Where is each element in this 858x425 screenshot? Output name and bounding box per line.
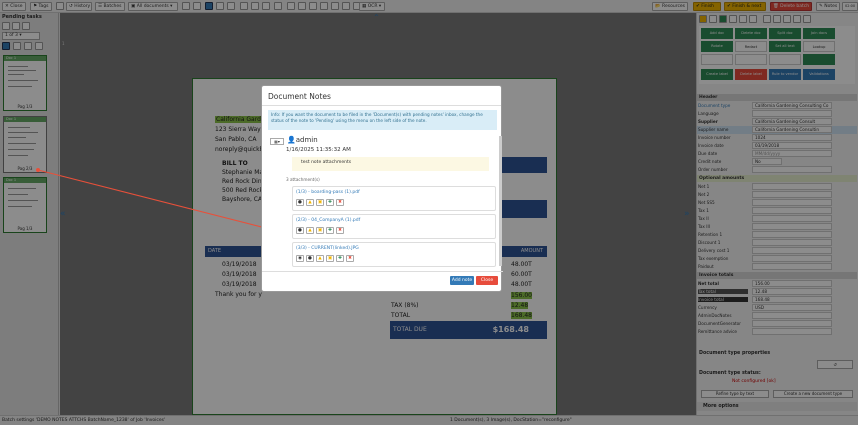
attachment-item: (2/3) - 04_CompanyA (1).pdf ● ▲ ▣ ✚ ✖ — [292, 214, 496, 239]
attachment-item: (3/3) - CURRENT(linked).JPG ◉ ● ▲ ▣ ✚ ✖ — [292, 242, 496, 267]
attachment-link[interactable]: (1/3) - boarding-pass (1).pdf — [296, 190, 360, 195]
note-date: 1/16/2025 11:35:32 AM — [286, 147, 351, 153]
eye-icon[interactable]: ◉ — [296, 255, 304, 262]
document-notes-modal: Document Notes Info: If you want the doc… — [261, 85, 503, 292]
attachment-item: (1/3) - boarding-pass (1).pdf ● ▲ ▣ ✚ ✖ — [292, 186, 496, 211]
note-card: ▦▾ 👤admin 1/16/2025 11:35:32 AM test not… — [268, 136, 502, 354]
delete-icon[interactable]: ✖ — [336, 199, 344, 206]
add-note-button[interactable]: Add note — [450, 276, 474, 285]
copy-icon[interactable]: ▣ — [326, 255, 334, 262]
copy-icon[interactable]: ▣ — [316, 199, 324, 206]
modal-close-button[interactable]: Close — [476, 276, 498, 285]
delete-icon[interactable]: ✖ — [346, 255, 354, 262]
folder-icon[interactable]: ▲ — [306, 199, 314, 206]
modal-footer: Add note Close — [262, 271, 503, 291]
attachment-link[interactable]: (2/3) - 04_CompanyA (1).pdf — [296, 218, 360, 223]
note-text: test note attachments — [292, 157, 489, 171]
modal-scrollbar[interactable] — [499, 136, 502, 266]
attachment-link[interactable]: (3/3) - CURRENT(linked).JPG — [296, 246, 359, 251]
view-icon[interactable]: ● — [296, 227, 304, 234]
add-icon[interactable]: ✚ — [336, 255, 344, 262]
view-icon[interactable]: ● — [296, 199, 304, 206]
copy-icon[interactable]: ▣ — [316, 227, 324, 234]
delete-icon[interactable]: ✖ — [336, 227, 344, 234]
add-icon[interactable]: ✚ — [326, 199, 334, 206]
note-author: 👤admin — [287, 136, 318, 144]
attachments-count: 3 attachment(s) — [286, 177, 320, 182]
folder-icon[interactable]: ▲ — [306, 227, 314, 234]
view-icon[interactable]: ● — [306, 255, 314, 262]
note-status-dropdown[interactable]: ▦▾ — [270, 138, 284, 145]
modal-title: Document Notes — [262, 86, 501, 106]
user-icon: 👤 — [287, 136, 296, 144]
folder-icon[interactable]: ▲ — [316, 255, 324, 262]
add-icon[interactable]: ✚ — [326, 227, 334, 234]
info-alert: Info: If you want the document to be fil… — [268, 110, 497, 130]
